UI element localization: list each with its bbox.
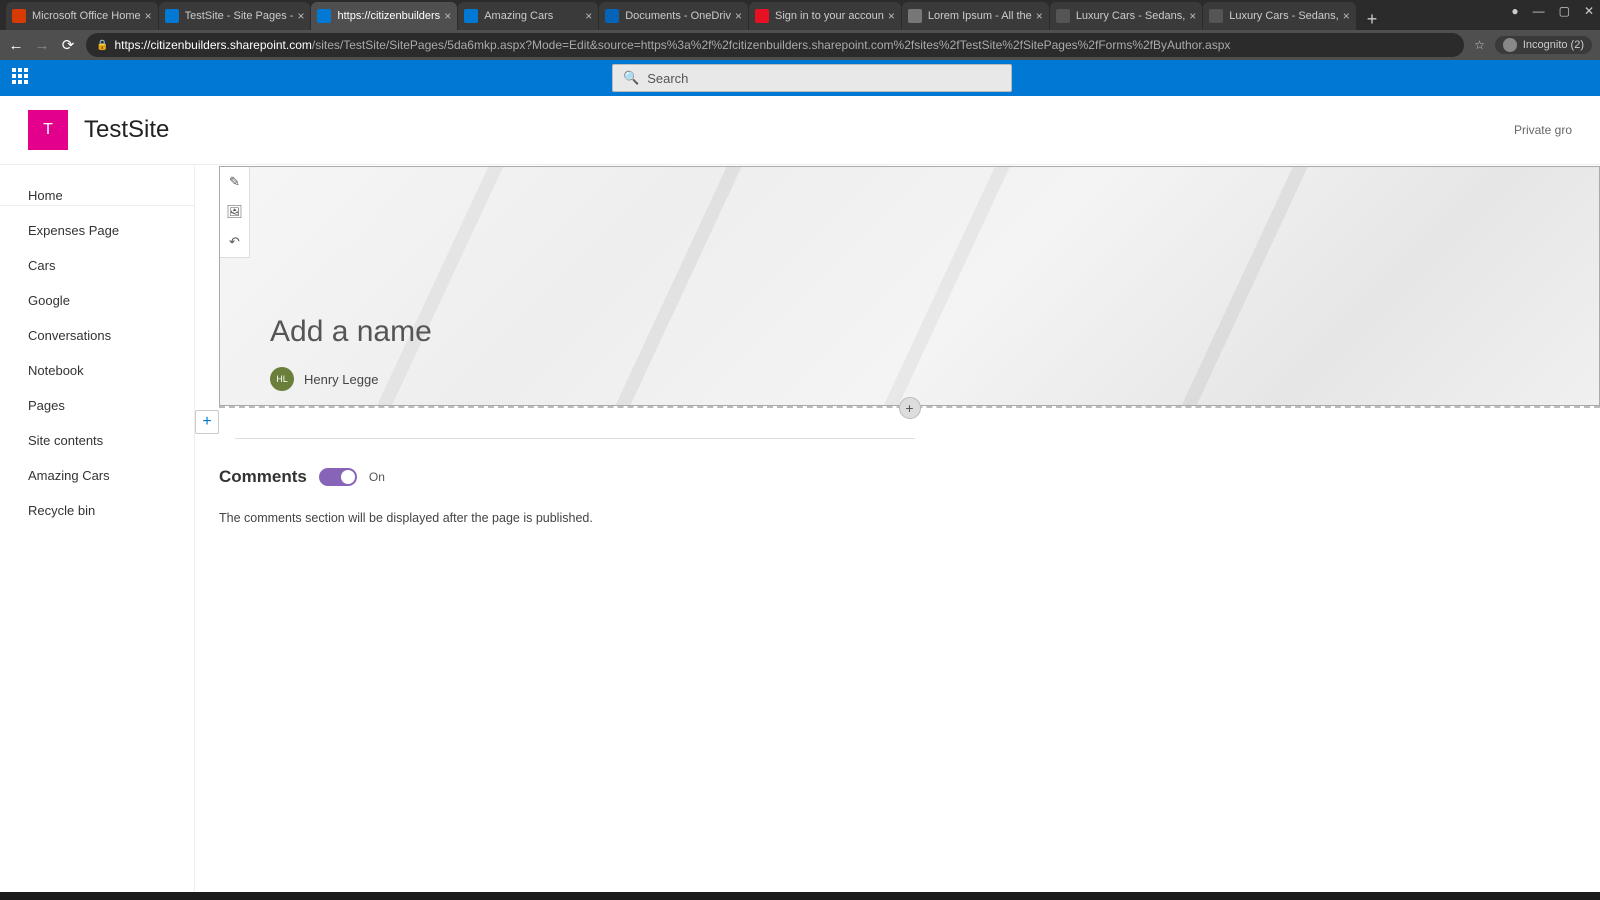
avatar: HL <box>270 367 294 391</box>
record-icon[interactable]: ● <box>1511 4 1518 18</box>
browser-tab[interactable]: TestSite - Site Pages -× <box>159 2 311 30</box>
tab-label: TestSite - Site Pages - <box>185 10 294 22</box>
sidebar-item[interactable]: Site contents <box>0 423 194 458</box>
tab-label: Microsoft Office Home <box>32 10 141 22</box>
title-toolbar: ✎ 🖼 ↶ <box>220 167 250 258</box>
address-bar: ← → ⟳ 🔒 https://citizenbuilders.sharepoi… <box>0 30 1600 60</box>
taskbar <box>0 892 1600 900</box>
search-placeholder: Search <box>647 71 688 86</box>
page-title-input[interactable]: Add a name <box>270 315 432 349</box>
tab-strip: Microsoft Office Home×TestSite - Site Pa… <box>0 0 1600 30</box>
incognito-icon <box>1503 38 1517 52</box>
browser-chrome: ● — ▢ ✕ Microsoft Office Home×TestSite -… <box>0 0 1600 60</box>
browser-tab[interactable]: Luxury Cars - Sedans, × <box>1050 2 1202 30</box>
sidebar-item[interactable]: Notebook <box>0 353 194 388</box>
url-input[interactable]: 🔒 https://citizenbuilders.sharepoint.com… <box>86 33 1464 57</box>
title-region[interactable]: ✎ 🖼 ↶ Add a name HL Henry Legge <box>219 166 1600 406</box>
app-launcher-icon[interactable] <box>12 68 32 88</box>
site-title[interactable]: TestSite <box>84 116 169 144</box>
suite-header: 🔍 Search <box>0 60 1600 96</box>
add-section-button[interactable]: + <box>195 410 219 434</box>
search-icon: 🔍 <box>623 70 639 86</box>
tab-label: Lorem Ipsum - All the <box>928 10 1032 22</box>
maximize-icon[interactable]: ▢ <box>1559 4 1570 18</box>
close-icon[interactable]: × <box>1343 9 1350 23</box>
section-divider: + <box>219 406 1600 408</box>
content-divider <box>235 438 915 439</box>
browser-tab[interactable]: Lorem Ipsum - All the × <box>902 2 1049 30</box>
comments-toggle-label: On <box>369 470 385 484</box>
close-icon[interactable]: × <box>585 9 592 23</box>
url-host: https://citizenbuilders.sharepoint.com <box>114 38 311 52</box>
sidebar-item[interactable]: Expenses Page <box>0 213 194 248</box>
left-navigation: HomeExpenses PageCarsGoogleConversations… <box>0 166 195 900</box>
browser-tab[interactable]: https://citizenbuilders × <box>311 2 457 30</box>
sidebar-item[interactable]: Cars <box>0 248 194 283</box>
page-author[interactable]: HL Henry Legge <box>270 367 378 391</box>
lock-icon: 🔒 <box>96 40 108 51</box>
favicon <box>908 9 922 23</box>
favicon <box>605 9 619 23</box>
star-icon[interactable]: ☆ <box>1474 38 1485 52</box>
close-icon[interactable]: × <box>888 9 895 23</box>
minimize-icon[interactable]: — <box>1533 4 1545 18</box>
favicon <box>1209 9 1223 23</box>
reload-icon[interactable]: ⟳ <box>60 36 76 54</box>
close-icon[interactable]: × <box>297 9 304 23</box>
favicon <box>1056 9 1070 23</box>
favicon <box>165 9 179 23</box>
comments-section: Comments On The comments section will be… <box>219 467 1600 525</box>
url-path: /sites/TestSite/SitePages/5da6mkp.aspx?M… <box>312 38 1230 52</box>
image-icon[interactable]: 🖼 <box>220 197 249 227</box>
comments-title: Comments <box>219 467 307 487</box>
sidebar-item[interactable]: Amazing Cars <box>0 458 194 493</box>
tab-label: Sign in to your accoun <box>775 10 884 22</box>
browser-tab[interactable]: Documents - OneDriv × <box>599 2 748 30</box>
window-controls: ● — ▢ ✕ <box>1511 4 1594 18</box>
title-placeholder: Add a name <box>270 315 432 348</box>
tab-label: Luxury Cars - Sedans, <box>1076 10 1185 22</box>
sidebar-item[interactable]: Recycle bin <box>0 493 194 528</box>
close-icon[interactable]: × <box>444 9 451 23</box>
close-window-icon[interactable]: ✕ <box>1584 4 1594 18</box>
favicon <box>755 9 769 23</box>
search-input[interactable]: 🔍 Search <box>612 64 1012 92</box>
favicon <box>317 9 331 23</box>
tab-label: https://citizenbuilders <box>337 10 440 22</box>
browser-tab[interactable]: Sign in to your accoun × <box>749 2 901 30</box>
browser-tab[interactable]: Luxury Cars - Sedans, × <box>1203 2 1355 30</box>
edit-title-icon[interactable]: ✎ <box>220 167 249 197</box>
incognito-label: Incognito (2) <box>1523 39 1584 51</box>
site-header: T TestSite Private gro <box>0 96 1600 164</box>
close-icon[interactable]: × <box>735 9 742 23</box>
new-tab-button[interactable]: + <box>1357 9 1388 30</box>
close-icon[interactable]: × <box>1036 9 1043 23</box>
add-webpart-button[interactable]: + <box>899 397 921 419</box>
site-logo[interactable]: T <box>28 110 68 150</box>
close-icon[interactable]: × <box>145 9 152 23</box>
favicon <box>464 9 478 23</box>
author-name: Henry Legge <box>304 372 378 387</box>
comments-message: The comments section will be displayed a… <box>219 511 1600 525</box>
close-icon[interactable]: × <box>1189 9 1196 23</box>
favicon <box>12 9 26 23</box>
sidebar-item[interactable]: Google <box>0 283 194 318</box>
incognito-badge[interactable]: Incognito (2) <box>1495 36 1592 54</box>
reset-icon[interactable]: ↶ <box>220 227 249 257</box>
back-icon[interactable]: ← <box>8 37 24 54</box>
browser-tab[interactable]: Amazing Cars × <box>458 2 598 30</box>
sidebar-item[interactable]: Home <box>0 178 194 213</box>
sidebar-item[interactable]: Conversations <box>0 318 194 353</box>
site-privacy-label: Private gro <box>1514 123 1572 137</box>
tab-label: Amazing Cars <box>484 10 581 22</box>
tab-label: Documents - OneDriv <box>625 10 731 22</box>
browser-tab[interactable]: Microsoft Office Home × <box>6 2 158 30</box>
sidebar-item[interactable]: Pages <box>0 388 194 423</box>
page-canvas: + ✎ 🖼 ↶ Add a name HL Henry Legge + Comm… <box>195 166 1600 900</box>
tab-label: Luxury Cars - Sedans, <box>1229 10 1338 22</box>
comments-toggle[interactable] <box>319 468 357 486</box>
forward-icon[interactable]: → <box>34 37 50 54</box>
